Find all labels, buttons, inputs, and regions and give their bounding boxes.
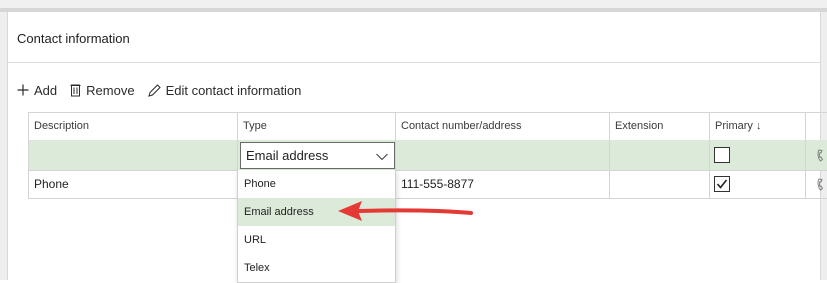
top-strip [0, 0, 827, 8]
type-select[interactable]: Email address [240, 142, 395, 169]
description-cell[interactable] [29, 140, 238, 170]
primary-checkbox-row-2[interactable] [714, 176, 730, 192]
dropdown-option-url[interactable]: URL [238, 226, 395, 254]
extension-cell[interactable] [610, 170, 710, 198]
column-header-primary[interactable]: Primary ↓ [710, 113, 806, 141]
checkmark-icon [716, 179, 728, 189]
red-arrow-icon [336, 199, 474, 230]
column-header-contact[interactable]: Contact number/address [396, 113, 610, 141]
grid-header: Description Type Contact number/address … [28, 112, 827, 142]
phone-icon[interactable] [817, 149, 827, 168]
remove-label: Remove [86, 82, 135, 98]
description-cell[interactable]: Phone [29, 170, 238, 198]
primary-checkbox-row-1[interactable] [714, 147, 730, 163]
remove-button[interactable]: Remove [70, 82, 135, 98]
column-header-actions [806, 113, 827, 141]
pencil-icon [147, 83, 161, 97]
top-border [0, 8, 827, 12]
column-header-extension[interactable]: Extension [610, 113, 710, 141]
add-label: Add [34, 82, 58, 98]
contact-cell[interactable]: 111-555-8877 [396, 170, 610, 198]
table-row[interactable]: Phone 111-555-8877 [28, 170, 827, 199]
column-header-type[interactable]: Type [238, 113, 396, 141]
table-row[interactable] [28, 140, 827, 171]
dropdown-option-phone[interactable]: Phone [238, 170, 395, 198]
section-title: Contact information [17, 31, 130, 46]
chevron-down-icon[interactable] [376, 149, 388, 164]
edit-label: Edit contact information [165, 82, 302, 98]
left-edge [0, 12, 8, 280]
extension-cell[interactable] [610, 140, 710, 170]
trash-icon [70, 84, 81, 97]
edit-contact-information-button[interactable]: Edit contact information [147, 82, 302, 98]
phone-icon[interactable] [817, 178, 827, 197]
plus-icon [17, 84, 29, 96]
contact-cell[interactable] [396, 140, 610, 170]
toolbar: Add Remove Edit contact information [17, 81, 314, 99]
dropdown-option-telex[interactable]: Telex [238, 254, 395, 282]
column-header-description[interactable]: Description [29, 113, 238, 141]
add-button[interactable]: Add [17, 83, 57, 98]
section-divider [8, 62, 820, 63]
type-select-value: Email address [246, 148, 329, 163]
